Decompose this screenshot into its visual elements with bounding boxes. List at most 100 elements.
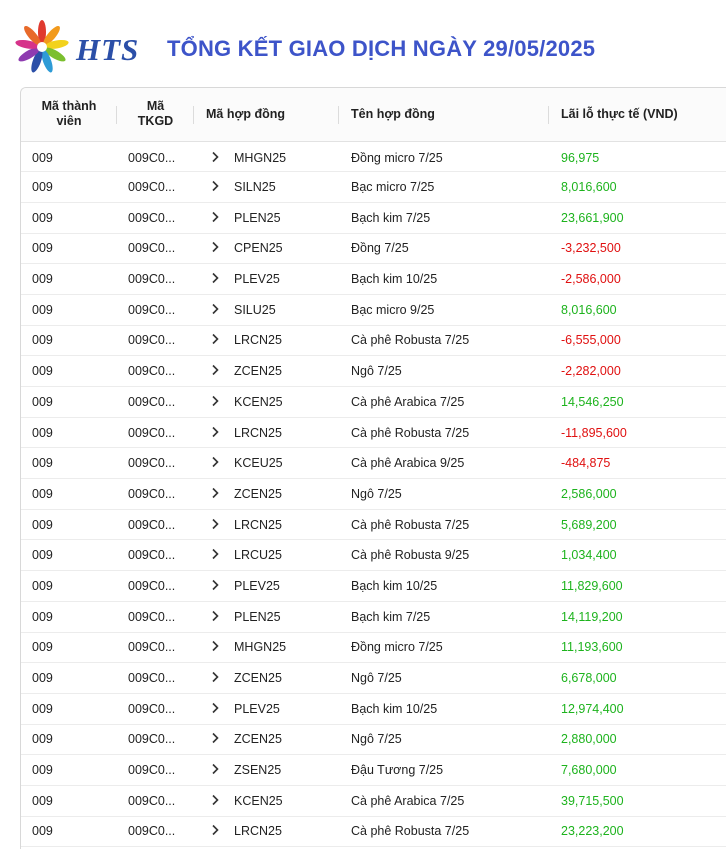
table-row[interactable]: 009 009C0... LRCU25 Cà phê Robusta 9/25 … bbox=[21, 540, 726, 571]
column-header-contract-code[interactable]: Mã hợp đồng bbox=[194, 88, 339, 142]
member-code-cell: 009 bbox=[32, 180, 53, 195]
table-row[interactable]: 009 009C0... ZSEN25 Đậu Tương 7/25 7,680… bbox=[21, 755, 726, 786]
table-row[interactable]: 009 009C0... ZCEN25 Ngô 7/25 -2,282,000 bbox=[21, 356, 726, 387]
pnl-cell: 11,193,600 bbox=[561, 640, 623, 655]
column-header-pnl[interactable]: Lãi lỗ thực tế (VND) bbox=[549, 88, 726, 142]
contract-code-cell: SILU25 bbox=[194, 294, 339, 325]
table-row[interactable]: 009 009C0... PLEV25 Bạch kim 10/25 12,97… bbox=[21, 693, 726, 725]
member-code-cell: 009 bbox=[32, 640, 53, 655]
column-header-contract-name[interactable]: Tên hợp đồng bbox=[339, 88, 549, 142]
contract-name-cell: Bạc micro 7/25 bbox=[351, 180, 435, 195]
contract-name-cell: Cà phê Robusta 7/25 bbox=[351, 333, 470, 348]
pnl-cell: 96,975 bbox=[561, 151, 600, 166]
table-row[interactable]: 009 009C0... KCEN25 Cà phê Arabica 7/25 … bbox=[21, 387, 726, 418]
table-row[interactable]: 009 009C0... LRCN25 Cà phê Robusta 7/25 … bbox=[21, 509, 726, 540]
contract-code-text: LRCU25 bbox=[234, 548, 282, 563]
contract-code-cell: PLEV25 bbox=[194, 571, 339, 602]
contract-code-text: MHGN25 bbox=[234, 151, 287, 166]
chevron-right-icon[interactable] bbox=[209, 548, 221, 560]
member-code-cell: 009 bbox=[32, 793, 53, 808]
pnl-cell: 2,880,000 bbox=[561, 732, 617, 747]
account-cell: 009C0... bbox=[128, 824, 176, 839]
table-row[interactable]: 009 009C0... MHGN25 Đồng micro 7/25 11,1… bbox=[21, 632, 726, 663]
chevron-right-icon[interactable] bbox=[209, 211, 221, 223]
chevron-right-icon[interactable] bbox=[209, 303, 221, 315]
chevron-right-icon[interactable] bbox=[209, 640, 221, 652]
page-title: TỔNG KẾT GIAO DỊCH NGÀY 29/05/2025 bbox=[167, 36, 596, 61]
contract-code-cell: ZCEN25 bbox=[194, 663, 339, 694]
table-row[interactable]: 009 009C0... LRCN25 Cà phê Robusta 7/25 … bbox=[21, 325, 726, 356]
table-row[interactable]: 009 009C0... PLEN25 Bạch kim 7/25 14,119… bbox=[21, 601, 726, 632]
chevron-right-icon[interactable] bbox=[209, 426, 221, 438]
chevron-right-icon[interactable] bbox=[209, 180, 221, 192]
table-row[interactable]: 009 009C0... SILN25 Bạc micro 7/25 8,016… bbox=[21, 172, 726, 203]
contract-name-cell: Đồng micro 7/25 bbox=[351, 640, 443, 655]
chevron-right-icon[interactable] bbox=[209, 272, 221, 284]
account-cell: 009C0... bbox=[128, 793, 176, 808]
table-row[interactable]: 009 009C0... PLEV25 Bạch kim 10/25 -2,58… bbox=[21, 264, 726, 295]
pnl-cell: -2,586,000 bbox=[561, 272, 621, 287]
member-code-cell: 009 bbox=[32, 671, 53, 686]
pnl-cell: 23,661,900 bbox=[561, 210, 624, 225]
chevron-right-icon[interactable] bbox=[209, 702, 221, 714]
pnl-cell: 7,680,000 bbox=[561, 763, 617, 778]
pnl-cell: -2,282,000 bbox=[561, 364, 621, 379]
table-row[interactable]: 009 009C0... SILU25 Bạc micro 9/25 8,016… bbox=[21, 294, 726, 326]
member-code-cell: 009 bbox=[32, 548, 53, 563]
chevron-right-icon[interactable] bbox=[209, 794, 221, 806]
chevron-right-icon[interactable] bbox=[209, 518, 221, 530]
member-code-cell: 009 bbox=[32, 302, 53, 317]
chevron-right-icon[interactable] bbox=[209, 763, 221, 775]
contract-code-text: LRCN25 bbox=[234, 333, 282, 348]
account-cell: 009C0... bbox=[128, 517, 176, 532]
contract-name-cell: Cà phê Arabica 7/25 bbox=[351, 394, 465, 409]
contract-code-cell: CPEN25 bbox=[194, 233, 339, 264]
table-row[interactable]: 009 009C0... ZCEN25 Ngô 7/25 2,586,000 bbox=[21, 479, 726, 510]
table-row[interactable]: 009 009C0... ZCEN25 Ngô 7/25 2,880,000 bbox=[21, 724, 726, 755]
table-row[interactable]: 009 009C0... MHGN25 Đồng micro 7/25 96,9… bbox=[21, 141, 726, 172]
account-cell: 009C0... bbox=[128, 763, 176, 778]
table-row[interactable]: 009 009C0... PLEV25 Bạch kim 10/25 11,82… bbox=[21, 571, 726, 602]
table-row[interactable]: 009 009C0... KCEU25 Cà phê Arabica 9/25 … bbox=[21, 448, 726, 479]
contract-code-cell: MHGN25 bbox=[194, 141, 339, 172]
chevron-right-icon[interactable] bbox=[209, 671, 221, 683]
contract-code-text: ZCEN25 bbox=[234, 732, 282, 747]
chevron-right-icon[interactable] bbox=[209, 333, 221, 345]
pnl-cell: -6,555,000 bbox=[561, 333, 621, 348]
chevron-right-icon[interactable] bbox=[209, 824, 221, 836]
member-code-cell: 009 bbox=[32, 824, 53, 839]
contract-code-cell: PLEV25 bbox=[194, 693, 339, 724]
chevron-right-icon[interactable] bbox=[209, 395, 221, 407]
table-row[interactable]: 009 009C0... CPEN25 Đồng 7/25 -3,232,500 bbox=[21, 233, 726, 264]
table-row[interactable]: 009 009C0... KCEN25 Cà phê Arabica 7/25 … bbox=[21, 785, 726, 817]
pnl-cell: -484,875 bbox=[561, 456, 611, 471]
chevron-right-icon[interactable] bbox=[209, 579, 221, 591]
chevron-right-icon[interactable] bbox=[209, 732, 221, 744]
table-row[interactable]: 009 009C0... LRCN25 Cà phê Robusta 7/25 … bbox=[21, 417, 726, 448]
pnl-cell: 2,586,000 bbox=[561, 486, 617, 501]
contract-code-text: LRCN25 bbox=[234, 425, 282, 440]
chevron-right-icon[interactable] bbox=[209, 456, 221, 468]
contract-code-text: PLEV25 bbox=[234, 701, 280, 716]
pnl-cell: 14,546,250 bbox=[561, 394, 624, 409]
chevron-right-icon[interactable] bbox=[209, 241, 221, 253]
contract-code-text: SILU25 bbox=[234, 302, 276, 317]
account-cell: 009C0... bbox=[128, 701, 176, 716]
table-header-row: Mã thành viên Mã TKGD Mã hợp đồng Tên hợ… bbox=[21, 88, 726, 142]
pnl-cell: 23,223,200 bbox=[561, 824, 624, 839]
contract-code-text: PLEV25 bbox=[234, 272, 280, 287]
table-row[interactable]: 009 009C0... ZCEN25 Ngô 7/25 6,678,000 bbox=[21, 663, 726, 694]
pnl-cell: -3,232,500 bbox=[561, 241, 621, 256]
chevron-right-icon[interactable] bbox=[209, 151, 221, 163]
member-code-cell: 009 bbox=[32, 609, 53, 624]
chevron-right-icon[interactable] bbox=[209, 487, 221, 499]
pnl-cell: 8,016,600 bbox=[561, 180, 617, 195]
pnl-cell: 1,034,400 bbox=[561, 548, 617, 563]
chevron-right-icon[interactable] bbox=[209, 364, 221, 376]
chevron-right-icon[interactable] bbox=[209, 610, 221, 622]
table-row[interactable]: 009 009C0... PLEN25 Bạch kim 7/25 23,661… bbox=[21, 202, 726, 234]
table-row[interactable]: 009 009C0... LRCN25 Cà phê Robusta 7/25 … bbox=[21, 816, 726, 847]
column-header-account[interactable]: Mã TKGD bbox=[117, 88, 194, 142]
column-header-member-code[interactable]: Mã thành viên bbox=[21, 88, 117, 142]
contract-name-cell: Ngô 7/25 bbox=[351, 364, 402, 379]
